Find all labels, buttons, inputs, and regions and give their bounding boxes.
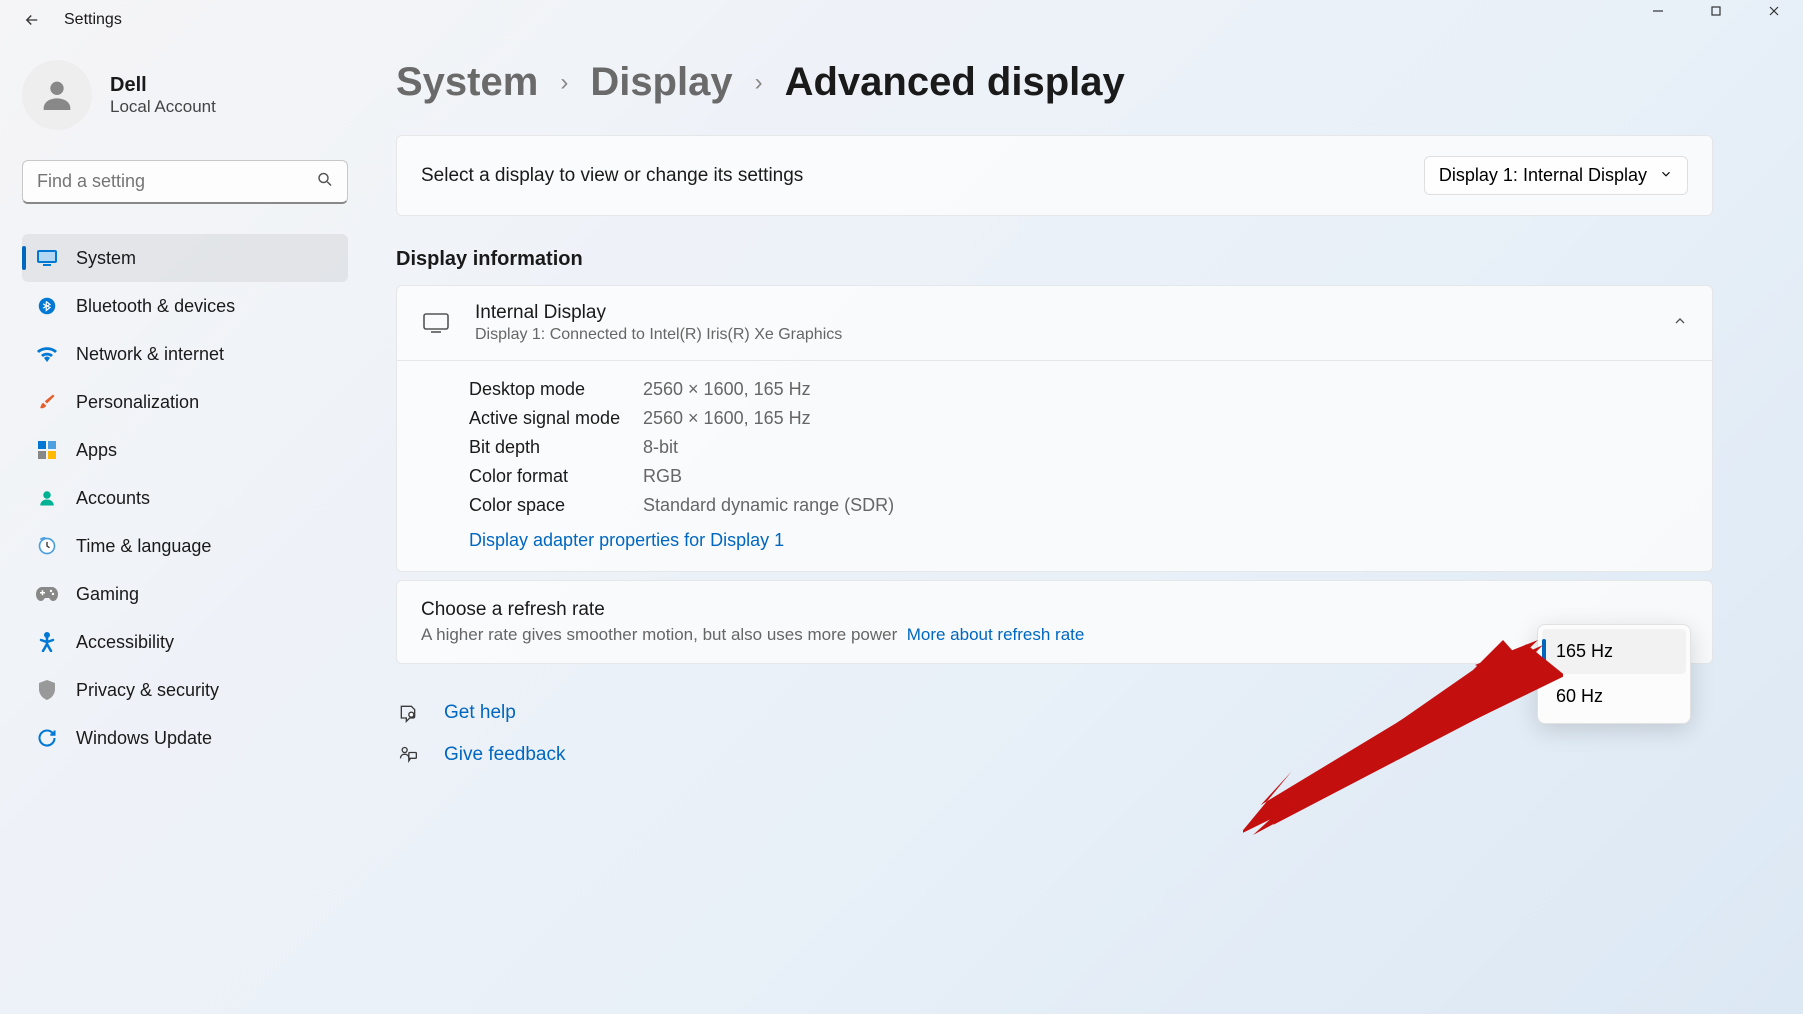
- info-label: Desktop mode: [469, 379, 643, 400]
- sidebar-item-label: Personalization: [76, 392, 199, 413]
- breadcrumb: System › Display › Advanced display: [396, 60, 1713, 105]
- display-select-label: Select a display to view or change its s…: [421, 165, 803, 187]
- info-label: Color space: [469, 495, 643, 516]
- info-value: 2560 × 1600, 165 Hz: [643, 408, 811, 429]
- sidebar-item-time-language[interactable]: Time & language: [22, 522, 348, 570]
- search-box[interactable]: [22, 160, 348, 204]
- refresh-rate-more-link[interactable]: More about refresh rate: [907, 625, 1085, 644]
- sidebar-item-label: Accounts: [76, 488, 150, 509]
- display-info-subtitle: Display 1: Connected to Intel(R) Iris(R)…: [475, 326, 1648, 344]
- app-title: Settings: [64, 11, 122, 29]
- sidebar-item-label: System: [76, 248, 136, 269]
- chevron-down-icon: [1659, 165, 1673, 186]
- section-heading: Display information: [396, 248, 1713, 271]
- breadcrumb-system[interactable]: System: [396, 60, 538, 105]
- sidebar-item-network-internet[interactable]: Network & internet: [22, 330, 348, 378]
- chevron-right-icon: ›: [560, 69, 568, 97]
- info-row: Color spaceStandard dynamic range (SDR): [469, 491, 1688, 520]
- info-row: Desktop mode2560 × 1600, 165 Hz: [469, 375, 1688, 404]
- clock-icon: [36, 535, 58, 557]
- minimize-button[interactable]: [1629, 0, 1687, 40]
- chevron-up-icon: [1672, 313, 1688, 334]
- profile-subtitle: Local Account: [110, 97, 216, 117]
- sidebar-item-gaming[interactable]: Gaming: [22, 570, 348, 618]
- bluetooth-icon: [36, 295, 58, 317]
- sidebar-item-label: Privacy & security: [76, 680, 219, 701]
- breadcrumb-current: Advanced display: [785, 60, 1125, 105]
- titlebar: Settings: [0, 0, 1803, 40]
- sidebar-item-system[interactable]: System: [22, 234, 348, 282]
- avatar: [22, 60, 92, 130]
- get-help-label: Get help: [444, 702, 516, 724]
- info-value: RGB: [643, 466, 682, 487]
- adapter-properties-link[interactable]: Display adapter properties for Display 1: [469, 530, 1688, 551]
- sidebar-item-bluetooth-devices[interactable]: Bluetooth & devices: [22, 282, 348, 330]
- info-row: Bit depth8-bit: [469, 433, 1688, 462]
- main-content: System › Display › Advanced display Sele…: [370, 40, 1803, 1014]
- sidebar-item-windows-update[interactable]: Windows Update: [22, 714, 348, 762]
- monitor-icon: [421, 313, 451, 333]
- display-select-dropdown[interactable]: Display 1: Internal Display: [1424, 156, 1688, 195]
- feedback-icon: [396, 745, 420, 765]
- wifi-icon: [36, 343, 58, 365]
- get-help-link[interactable]: Get help: [396, 692, 1713, 734]
- sidebar-item-label: Network & internet: [76, 344, 224, 365]
- sidebar-item-accessibility[interactable]: Accessibility: [22, 618, 348, 666]
- info-row: Color formatRGB: [469, 462, 1688, 491]
- chevron-right-icon: ›: [755, 69, 763, 97]
- display-select-value: Display 1: Internal Display: [1439, 165, 1647, 186]
- display-info-header[interactable]: Internal Display Display 1: Connected to…: [397, 286, 1712, 360]
- back-button[interactable]: [20, 8, 44, 32]
- sidebar-item-privacy-security[interactable]: Privacy & security: [22, 666, 348, 714]
- sidebar-item-accounts[interactable]: Accounts: [22, 474, 348, 522]
- info-row: Active signal mode2560 × 1600, 165 Hz: [469, 404, 1688, 433]
- refresh-rate-subtitle: A higher rate gives smoother motion, but…: [421, 625, 897, 644]
- refresh-rate-dropdown[interactable]: 165 Hz60 Hz: [1537, 624, 1691, 724]
- maximize-button[interactable]: [1687, 0, 1745, 40]
- monitor-icon: [36, 247, 58, 269]
- info-value: 2560 × 1600, 165 Hz: [643, 379, 811, 400]
- give-feedback-link[interactable]: Give feedback: [396, 734, 1713, 776]
- search-icon: [316, 171, 334, 194]
- apps-icon: [36, 439, 58, 461]
- search-input[interactable]: [22, 160, 348, 204]
- info-label: Bit depth: [469, 437, 643, 458]
- gamepad-icon: [36, 583, 58, 605]
- sidebar-item-label: Windows Update: [76, 728, 212, 749]
- person-icon: [36, 487, 58, 509]
- help-icon: [396, 703, 420, 723]
- refresh-rate-title: Choose a refresh rate: [421, 599, 1688, 621]
- refresh-rate-option[interactable]: 165 Hz: [1542, 629, 1686, 674]
- display-info-title: Internal Display: [475, 302, 1648, 324]
- breadcrumb-display[interactable]: Display: [590, 60, 732, 105]
- profile-name: Dell: [110, 74, 216, 97]
- info-value: 8-bit: [643, 437, 678, 458]
- shield-icon: [36, 679, 58, 701]
- sidebar-item-label: Apps: [76, 440, 117, 461]
- figure-icon: [36, 631, 58, 653]
- refresh-rate-option[interactable]: 60 Hz: [1542, 674, 1686, 719]
- sidebar-item-label: Bluetooth & devices: [76, 296, 235, 317]
- close-button[interactable]: [1745, 0, 1803, 40]
- sync-icon: [36, 727, 58, 749]
- brush-icon: [36, 391, 58, 413]
- profile-block[interactable]: Dell Local Account: [22, 50, 348, 160]
- sidebar-item-label: Gaming: [76, 584, 139, 605]
- info-label: Active signal mode: [469, 408, 643, 429]
- sidebar-item-label: Accessibility: [76, 632, 174, 653]
- sidebar: Dell Local Account System Bluetooth & dev…: [0, 40, 370, 1014]
- info-label: Color format: [469, 466, 643, 487]
- sidebar-item-personalization[interactable]: Personalization: [22, 378, 348, 426]
- sidebar-item-apps[interactable]: Apps: [22, 426, 348, 474]
- give-feedback-label: Give feedback: [444, 744, 565, 766]
- info-value: Standard dynamic range (SDR): [643, 495, 894, 516]
- sidebar-item-label: Time & language: [76, 536, 211, 557]
